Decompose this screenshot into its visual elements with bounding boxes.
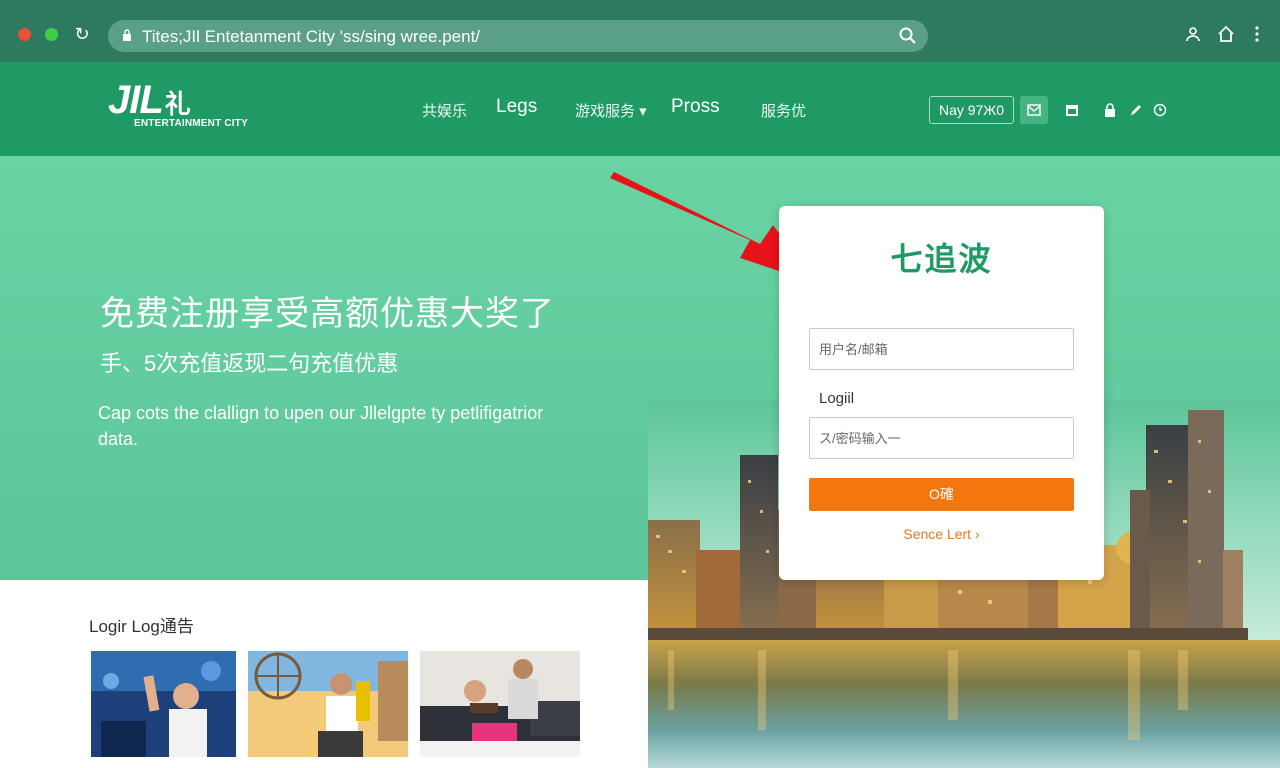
nav-item-legs[interactable]: Legs xyxy=(496,96,537,118)
login-submit-button[interactable]: O確 xyxy=(809,478,1074,511)
username-input[interactable] xyxy=(809,328,1074,370)
nav-item-dropdown[interactable]: 游戏服务 ▾ xyxy=(575,100,647,121)
password-label: Logiil xyxy=(819,390,855,407)
clock-icon[interactable] xyxy=(1149,99,1171,121)
login-card: 七追波 Logiil O確 Sence Lert › xyxy=(779,206,1104,580)
news-section: Logir Log通告 xyxy=(0,580,648,768)
nav-item-1[interactable]: 共娱乐 xyxy=(422,100,467,121)
nav-item-5[interactable]: 服务优 xyxy=(761,100,806,121)
section-heading: Logir Log通告 xyxy=(89,617,194,636)
home-icon[interactable] xyxy=(1217,25,1235,43)
login-title: 七追波 xyxy=(890,241,993,277)
menu-dots-icon[interactable] xyxy=(1248,25,1266,43)
hero-description: Cap cots the clallign to upen our Jllelg… xyxy=(98,403,544,449)
thumbnail-3[interactable] xyxy=(420,651,580,757)
calendar-icon[interactable] xyxy=(1061,99,1083,121)
mail-icon[interactable] xyxy=(1020,96,1048,124)
logo-subtitle: ENTERTAINMENT CITY xyxy=(134,118,248,129)
logo-text: JIL礼 xyxy=(108,78,191,122)
site-header: JIL礼 ENTERTAINMENT CITY 共娱乐 Legs 游戏服务 ▾ … xyxy=(0,62,1280,156)
password-input[interactable] xyxy=(809,417,1074,459)
reload-icon[interactable]: ↻ xyxy=(72,24,92,44)
date-display: Nay 97Ж0 xyxy=(929,96,1014,124)
edit-icon[interactable] xyxy=(1125,99,1147,121)
hero-title: 免费注册享受高额优惠大奖了 xyxy=(100,295,555,333)
profile-icon[interactable] xyxy=(1184,25,1202,43)
hero-subtitle: 手、5次充值返现二句充值优惠 xyxy=(100,351,399,376)
search-icon[interactable] xyxy=(898,26,918,46)
thumbnail-1[interactable] xyxy=(91,651,236,757)
lock-icon xyxy=(123,29,131,41)
user-icon[interactable] xyxy=(1099,99,1121,121)
url-text: Tites;JIl Entetanment City 'ss/sing wree… xyxy=(142,27,481,46)
site-logo[interactable]: JIL礼 ENTERTAINMENT CITY xyxy=(108,78,248,138)
thumbnail-2[interactable] xyxy=(248,651,408,757)
address-bar[interactable]: Tites;JIl Entetanment City 'ss/sing wree… xyxy=(108,20,928,52)
secondary-link[interactable]: Sence Lert › xyxy=(779,526,1104,542)
maximize-window-button[interactable] xyxy=(45,28,58,41)
nav-item-pross[interactable]: Pross xyxy=(671,96,720,118)
close-window-button[interactable] xyxy=(18,28,31,41)
browser-toolbar: ↻ Tites;JIl Entetanment City 'ss/sing wr… xyxy=(0,0,1280,62)
